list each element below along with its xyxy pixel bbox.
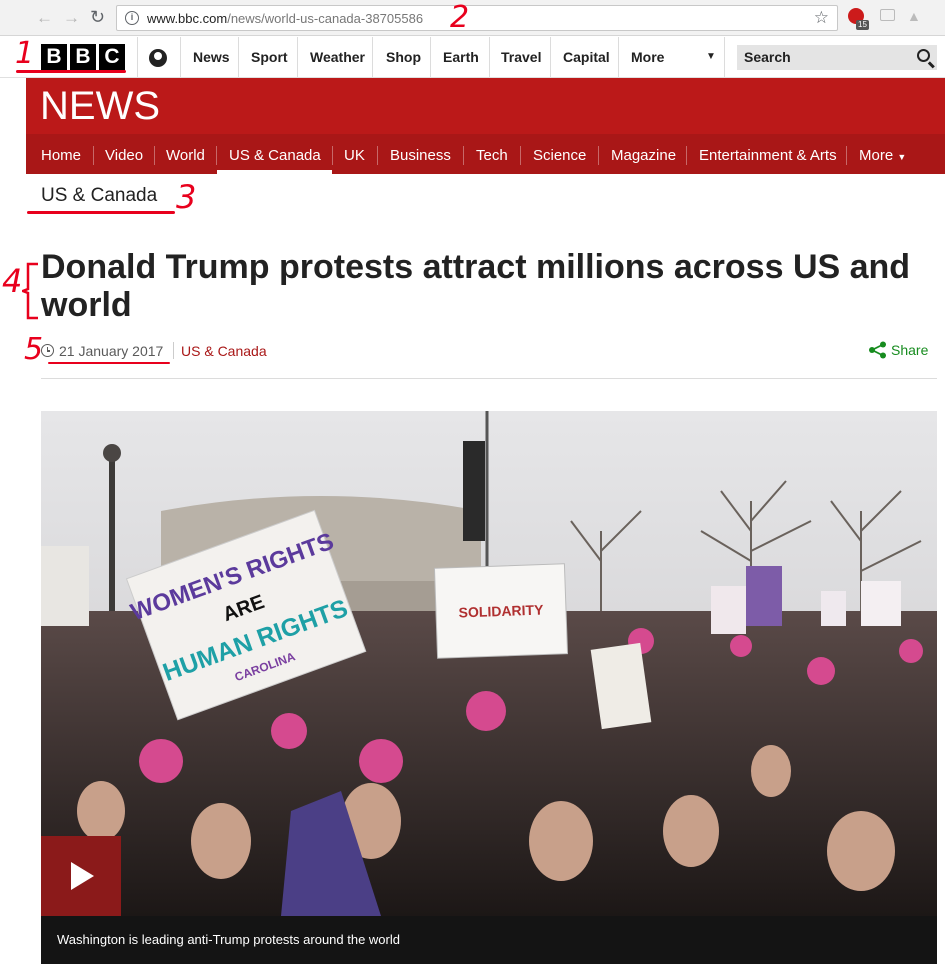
nav-item-science[interactable]: Science [533,147,586,164]
masthead-divider [372,37,373,77]
chat-extension-icon[interactable] [880,9,895,21]
meta-divider [41,378,937,379]
logo-letter: B [70,44,96,70]
masthead-divider [724,37,725,77]
url-text[interactable]: www.bbc.com/news/world-us-canada-3870558… [147,11,423,26]
nav-item-world[interactable]: World [166,147,205,164]
masthead-link-weather[interactable]: Weather [310,49,365,65]
masthead-link-earth[interactable]: Earth [443,49,479,65]
annotation-underline [16,70,126,73]
url-path: /news/world-us-canada-38705586 [227,11,424,26]
annotation-4: 4 [2,262,23,300]
extension-badge: 15 [856,20,869,30]
nav-item-entertainment-arts[interactable]: Entertainment & Arts [699,147,837,164]
clock-icon [41,344,54,357]
article-date: 21 January 2017 [59,343,164,359]
browser-toolbar: ← → ↻ i www.bbc.com/news/world-us-canada… [0,0,945,36]
account-icon[interactable] [149,49,167,67]
video-caption: Washington is leading anti-Trump protest… [57,932,400,947]
masthead-link-sport[interactable]: Sport [251,49,288,65]
video-caption-bar: Washington is leading anti-Trump protest… [41,916,937,964]
section-nav: Home Video World US & Canada UK Business… [26,134,945,174]
masthead-divider [137,37,138,77]
share-link[interactable]: Share [891,342,928,358]
protest-photo: WOMEN'S RIGHTS ARE HUMAN RIGHTS CAROLINA… [41,411,937,916]
nav-item-video[interactable]: Video [105,147,143,164]
chevron-down-icon: ▼ [897,152,907,162]
address-bar[interactable]: i www.bbc.com/news/world-us-canada-38705… [116,5,838,31]
masthead-link-capital[interactable]: Capital [563,49,610,65]
pdf-extension-icon[interactable]: ▲ [907,8,921,24]
reload-icon[interactable]: ↻ [90,7,105,27]
nav-separator [377,146,378,165]
nav-separator [846,146,847,165]
video-player[interactable]: WOMEN'S RIGHTS ARE HUMAN RIGHTS CAROLINA… [41,411,937,916]
article-section-link[interactable]: US & Canada [181,343,267,359]
nav-active-indicator [217,170,332,174]
nav-separator [216,146,217,165]
nav-item-tech[interactable]: Tech [476,147,508,164]
bbc-masthead: B B C News Sport Weather Shop Earth Trav… [0,37,945,78]
nav-separator [598,146,599,165]
nav-more-label: More [859,147,894,164]
play-icon [71,862,94,890]
masthead-divider [180,37,181,77]
nav-item-uk[interactable]: UK [344,147,365,164]
bookmark-star-icon[interactable]: ☆ [814,8,829,28]
article-headline: Donald Trump protests attract millions a… [41,248,911,324]
annotation-3: 3 [176,178,197,216]
section-title[interactable]: US & Canada [41,185,157,207]
share-icon[interactable] [868,341,888,359]
nav-item-home[interactable]: Home [41,147,81,164]
search-icon[interactable] [917,49,930,62]
masthead-divider [550,37,551,77]
masthead-link-news[interactable]: News [193,49,230,65]
info-icon[interactable]: i [125,11,139,25]
annotation-bracket [22,262,38,320]
sign-text-solidarity: SOLIDARITY [458,602,544,621]
annotation-underline [27,211,175,214]
masthead-link-more[interactable]: More [631,49,664,65]
masthead-divider [489,37,490,77]
masthead-divider [297,37,298,77]
nav-separator [520,146,521,165]
back-arrow-icon[interactable]: ← [36,8,53,28]
masthead-divider [430,37,431,77]
nav-separator [332,146,333,165]
masthead-divider [238,37,239,77]
search-input[interactable]: Search [737,45,937,70]
nav-item-magazine[interactable]: Magazine [611,147,676,164]
nav-separator [93,146,94,165]
url-host: www.bbc.com [147,11,228,26]
nav-separator [463,146,464,165]
nav-item-more[interactable]: More ▼ [859,147,906,164]
bbc-logo[interactable]: B B C [41,44,125,70]
forward-arrow-icon[interactable]: → [63,8,80,28]
annotation-2: 2 [450,0,470,35]
meta-separator [173,342,174,359]
masthead-link-travel[interactable]: Travel [501,49,541,65]
annotation-underline [48,362,170,364]
nav-item-us-canada[interactable]: US & Canada [229,147,321,164]
play-button[interactable] [41,836,121,916]
news-wordmark[interactable]: NEWS [40,84,160,129]
search-placeholder: Search [744,49,791,65]
nav-separator [154,146,155,165]
news-banner: NEWS [26,78,945,134]
annotation-1: 1 [15,36,35,71]
logo-letter: C [99,44,125,70]
nav-item-business[interactable]: Business [390,147,451,164]
nav-separator [686,146,687,165]
masthead-divider [618,37,619,77]
masthead-link-shop[interactable]: Shop [386,49,421,65]
page: ← → ↻ i www.bbc.com/news/world-us-canada… [0,0,945,974]
chevron-down-icon[interactable]: ▼ [706,51,716,62]
logo-letter: B [41,44,67,70]
